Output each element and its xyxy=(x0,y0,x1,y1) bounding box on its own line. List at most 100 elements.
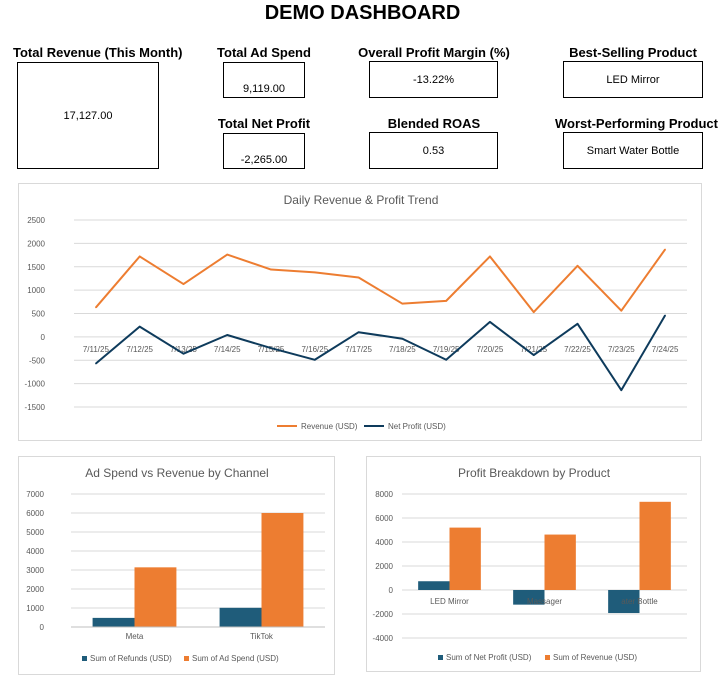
chart-title: Daily Revenue & Profit Trend xyxy=(284,193,439,207)
legend-label: Revenue (USD) xyxy=(301,422,358,431)
y-tick-label: 2000 xyxy=(375,562,393,571)
data-point xyxy=(664,314,666,317)
legend-swatch xyxy=(82,656,87,661)
x-tick-label: 7/20/25 xyxy=(477,345,504,354)
legend-swatch xyxy=(545,655,550,660)
y-tick-label: 7000 xyxy=(26,490,44,499)
data-point xyxy=(226,253,229,256)
data-point xyxy=(445,300,447,302)
total-net-profit-value: -2,265.00 xyxy=(240,154,288,166)
x-tick-label: ater Bottle xyxy=(621,597,658,606)
y-tick-label: 1000 xyxy=(27,286,45,295)
data-point xyxy=(445,358,447,361)
best-selling-label: Best-Selling Product xyxy=(569,45,697,60)
legend-swatch xyxy=(438,655,443,660)
bar-tiktok-1 xyxy=(261,513,304,627)
chart-title: Ad Spend vs Revenue by Channel xyxy=(85,466,268,480)
y-tick-label: 1500 xyxy=(27,263,45,272)
total-revenue-box: 17,127.00 xyxy=(17,62,159,169)
bar-led-mirror-0 xyxy=(418,581,450,590)
y-tick-label: -4000 xyxy=(373,634,394,643)
y-tick-label: 0 xyxy=(389,586,394,595)
data-point xyxy=(314,271,316,274)
bar-smart-water-bottle-1 xyxy=(639,501,671,590)
y-tick-label: 2500 xyxy=(27,216,45,225)
dashboard-title: DEMO DASHBOARD xyxy=(264,2,461,24)
data-point xyxy=(270,268,272,271)
total-revenue-label: Total Revenue (This Month) xyxy=(13,45,183,60)
legend-label: Sum of Revenue (USD) xyxy=(553,653,637,662)
data-point xyxy=(620,389,623,391)
data-point xyxy=(489,321,491,323)
legend-label: Sum of Ad Spend (USD) xyxy=(192,654,279,663)
y-tick-label: 0 xyxy=(41,333,46,342)
data-point xyxy=(226,334,229,336)
y-tick-label: 2000 xyxy=(26,585,44,594)
x-tick-label: 7/11/25 xyxy=(83,345,110,354)
data-point xyxy=(357,276,360,279)
bar-led-mirror-1 xyxy=(449,527,481,590)
data-point xyxy=(664,248,666,251)
y-tick-label: 0 xyxy=(40,623,45,632)
data-point xyxy=(95,362,97,365)
y-tick-label: 5000 xyxy=(26,528,44,537)
profit-margin-box: -13.22% xyxy=(369,61,498,98)
data-point xyxy=(576,265,579,267)
total-net-profit-label: Total Net Profit xyxy=(217,116,311,131)
data-point xyxy=(620,309,623,312)
bar-tiktok-0 xyxy=(219,607,262,627)
y-tick-label: 500 xyxy=(32,310,46,319)
channel-chart: Ad Spend vs Revenue by Channel 7000 6000 50… xyxy=(26,466,325,663)
data-point xyxy=(138,325,141,328)
worst-performing-label: Worst-Performing Product xyxy=(555,116,718,131)
x-tick-label: 7/22/25 xyxy=(564,345,591,354)
data-point xyxy=(270,347,272,349)
legend-label: Sum of Refunds (USD) xyxy=(90,654,172,663)
x-tick-label: 7/24/25 xyxy=(652,345,679,354)
y-tick-label: 1000 xyxy=(26,604,44,613)
x-tick-label: Meta xyxy=(126,632,144,641)
x-tick-label: Massager xyxy=(527,597,562,606)
y-tick-label: 6000 xyxy=(375,514,393,523)
x-tick-label: 7/23/25 xyxy=(608,345,635,354)
bar-neck-massager-1 xyxy=(544,534,576,590)
data-point xyxy=(314,358,316,361)
y-tick-label: 6000 xyxy=(26,509,44,518)
profit-margin-value: -13.22% xyxy=(413,73,454,86)
data-point xyxy=(489,255,491,258)
trend-chart-panel: Daily Revenue & Profit Trend 2500 2000 1500… xyxy=(18,183,702,441)
data-point xyxy=(532,354,535,356)
product-chart: Profit Breakdown by Product 8000 6000 4000 2… xyxy=(373,466,687,662)
channel-chart-panel: Ad Spend vs Revenue by Channel 7000 6000 50… xyxy=(18,456,335,675)
total-ad-spend-label: Total Ad Spend xyxy=(217,45,311,60)
total-ad-spend-box: 9,119.00 xyxy=(223,62,305,98)
data-point xyxy=(576,322,579,325)
y-tick-label: -500 xyxy=(29,356,46,365)
chart-title: Profit Breakdown by Product xyxy=(458,466,611,480)
data-point xyxy=(532,311,535,313)
x-tick-label: 7/12/25 xyxy=(126,345,153,354)
y-tick-label: -2000 xyxy=(373,610,394,619)
y-tick-label: 8000 xyxy=(375,490,393,499)
data-point xyxy=(95,306,97,309)
data-point xyxy=(401,337,404,340)
data-point xyxy=(401,302,404,305)
data-point xyxy=(138,255,141,258)
bar-meta-0 xyxy=(92,617,135,627)
total-net-profit-box: -2,265.00 xyxy=(223,133,305,169)
x-tick-label: LED Mirror xyxy=(430,597,469,606)
worst-performing-value: Smart Water Bottle xyxy=(586,144,680,157)
best-selling-box: LED Mirror xyxy=(563,61,703,98)
product-chart-panel: Profit Breakdown by Product 8000 6000 4000 2… xyxy=(366,456,701,672)
x-tick-label: 7/21/25 xyxy=(520,345,547,354)
best-selling-value: LED Mirror xyxy=(606,73,660,86)
legend-label: Net Profit (USD) xyxy=(388,422,446,431)
trend-chart: Daily Revenue & Profit Trend 2500 2000 1500… xyxy=(25,193,687,431)
legend-label: Sum of Net Profit (USD) xyxy=(446,653,532,662)
total-revenue-value: 17,127.00 xyxy=(63,109,113,122)
profit-margin-label: Overall Profit Margin (%) xyxy=(358,45,510,60)
y-tick-label: 3000 xyxy=(26,566,44,575)
y-tick-label: 4000 xyxy=(375,538,393,547)
worst-performing-box: Smart Water Bottle xyxy=(563,132,703,169)
data-point xyxy=(182,283,185,285)
